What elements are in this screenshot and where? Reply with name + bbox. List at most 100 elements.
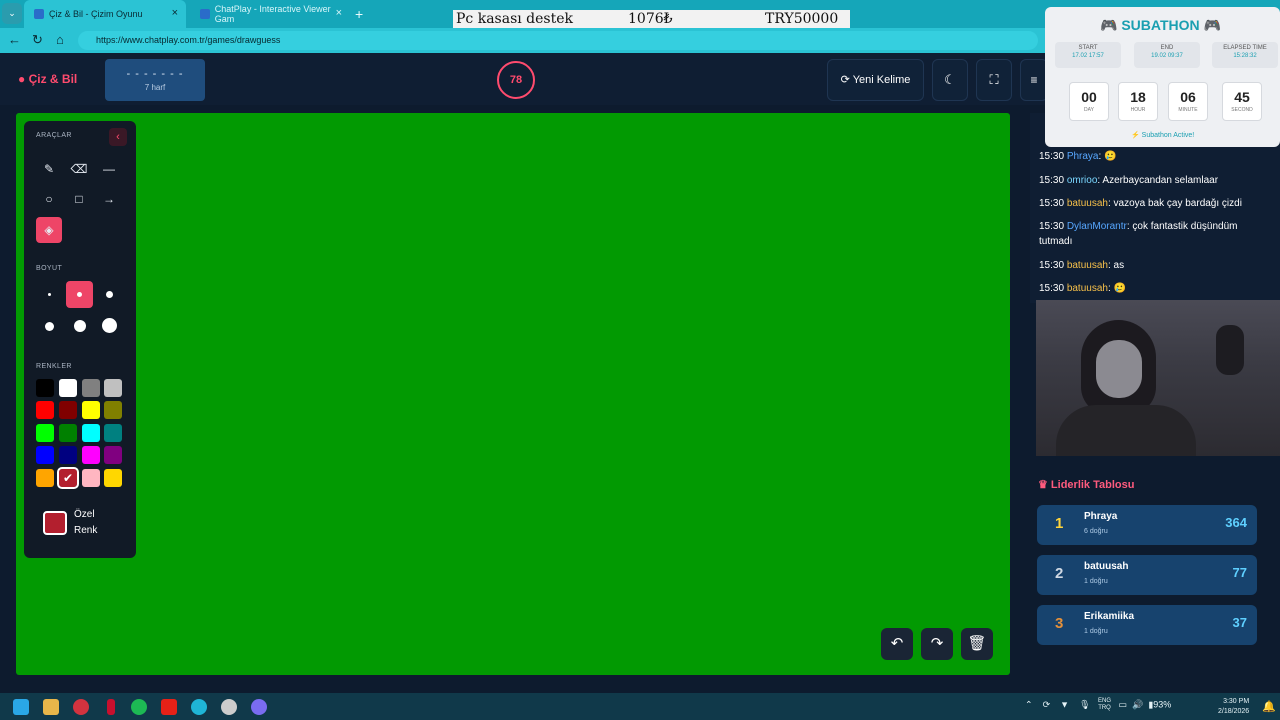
leaderboard-rank: 2 [1055,565,1064,582]
tools-panel [24,121,136,558]
url-field[interactable]: https://www.chatplay.com.tr/games/drawgu… [78,31,1038,50]
color-swatch[interactable] [104,446,122,464]
size-option-1[interactable] [48,293,51,296]
chat-username[interactable]: batuusah [1067,260,1108,271]
arrow-right-icon: → [103,192,115,206]
back-icon[interactable]: ← [8,32,21,47]
start-icon[interactable] [13,699,29,715]
screen-icon[interactable]: ▭ [1119,699,1128,709]
leaderboard-score: 364 [1225,515,1247,530]
close-tab-icon[interactable]: × [336,8,342,19]
size-option-3[interactable] [106,291,113,298]
redo-button[interactable]: ↷ [921,628,953,660]
color-swatch[interactable] [36,401,54,419]
obs-icon[interactable] [221,699,237,715]
home-icon[interactable]: ⌂ [56,32,64,47]
chat-username[interactable]: batuusah [1067,198,1108,209]
sync-icon[interactable]: ⟳ [1043,699,1051,709]
color-swatch[interactable] [36,424,54,442]
lang-line-2: TRQ [1098,705,1111,711]
leaderboard-name: Erikamiika [1084,611,1135,622]
color-swatch[interactable] [82,379,100,397]
tab-ciz-bil[interactable]: Çiz & Bil - Çizim Oyunu × [24,0,186,28]
color-swatch[interactable]: ✔ [57,467,79,489]
color-swatch[interactable] [82,401,100,419]
clear-canvas-button[interactable]: 🗑 [961,628,993,660]
tab-chatplay[interactable]: ChatPlay - Interactive Viewer Gam × [190,0,350,28]
notification-bell-icon[interactable]: 🔔 [1262,700,1276,713]
edge-icon[interactable] [191,699,207,715]
undo-button[interactable]: ↶ [881,628,913,660]
new-word-button[interactable]: ⟳ Yeni Kelime [827,59,924,101]
chat-username[interactable]: omrioo [1067,175,1098,186]
fill-tool[interactable]: ◈ [36,217,62,243]
subathon-status-text: Subathon Active! [1141,132,1195,139]
rectangle-tool[interactable]: □ [68,188,90,210]
chat-username[interactable]: Phraya [1067,151,1099,162]
fullscreen-button[interactable]: ⛶ [976,59,1012,101]
pencil-tool[interactable]: ✎ [38,158,60,180]
color-swatch[interactable] [59,379,77,397]
close-tab-icon[interactable]: × [172,8,178,19]
size-option-2[interactable] [66,281,93,308]
volume-icon[interactable]: 🔊 [1132,699,1143,709]
system-tray: ⌃ ⟳ ▼ 🎙 ENG TRQ ▭ 🔊 ▮93% [1025,698,1171,712]
network-icon[interactable]: ▼ [1060,699,1069,709]
color-swatch[interactable] [59,446,77,464]
file-explorer-icon[interactable] [43,699,59,715]
color-swatch[interactable] [104,379,122,397]
chat-username[interactable]: batuusah [1067,283,1108,294]
refresh-icon[interactable]: ↻ [32,32,43,48]
end-value: 19.02 09:37 [1151,53,1183,59]
app-icon-red[interactable] [107,699,115,715]
discord-icon[interactable] [251,699,267,715]
color-swatch[interactable] [36,379,54,397]
color-swatch[interactable] [104,469,122,487]
circle-tool[interactable]: ○ [38,188,60,210]
palette-icon: ● [18,72,26,86]
countdown-hour: 18 HOUR [1118,82,1158,121]
countdown-number: 06 [1180,89,1196,105]
menu-button[interactable]: ≡ [1020,59,1048,101]
youtube-icon[interactable] [161,699,177,715]
app-logo[interactable]: ● Çiz & Bil [18,72,77,86]
tab-actions-button[interactable]: ⌄ [2,3,22,24]
gamepad-icon: 🎮 [1199,17,1221,33]
color-swatch[interactable] [82,469,100,487]
arrow-tool[interactable]: → [98,188,120,210]
color-swatch[interactable] [36,446,54,464]
color-swatch[interactable] [59,424,77,442]
language-indicator[interactable]: ENG TRQ [1098,698,1111,712]
spotify-icon[interactable] [131,699,147,715]
size-dot [77,292,82,297]
elapsed-value: 15:28:32 [1233,53,1257,59]
color-swatch[interactable] [82,424,100,442]
size-option-6[interactable] [102,318,117,333]
size-option-5[interactable] [74,320,86,332]
collapse-tools-button[interactable]: ‹ [109,128,127,146]
color-swatch[interactable] [82,446,100,464]
system-clock[interactable]: 3:30 PM 2/18/2026 [1218,697,1249,717]
eraser-tool[interactable]: ⌫ [68,158,90,180]
custom-color-button[interactable] [43,511,67,535]
clock-date: 2/18/2026 [1218,708,1250,715]
opera-icon[interactable] [73,699,89,715]
countdown-day: 00 DAY [1069,82,1109,121]
drawing-canvas[interactable] [16,113,1010,675]
dark-mode-button[interactable]: ☾ [932,59,968,101]
size-heading: BOYUT [36,265,63,272]
word-length: 7 harf [144,83,166,92]
site-favicon-icon [34,9,44,19]
color-swatch[interactable] [36,469,54,487]
color-swatch[interactable] [104,424,122,442]
new-tab-button[interactable]: + [355,6,363,22]
countdown-unit: DAY [1084,107,1094,113]
pencil-icon: ✎ [43,162,55,176]
chevron-up-icon[interactable]: ⌃ [1025,699,1033,709]
color-swatch[interactable] [59,401,77,419]
color-swatch[interactable] [104,401,122,419]
line-tool[interactable]: — [98,158,120,180]
size-option-4[interactable] [45,322,54,331]
mic-icon[interactable]: 🎙 [1079,699,1090,709]
chat-username[interactable]: DylanMorantr [1067,221,1127,232]
